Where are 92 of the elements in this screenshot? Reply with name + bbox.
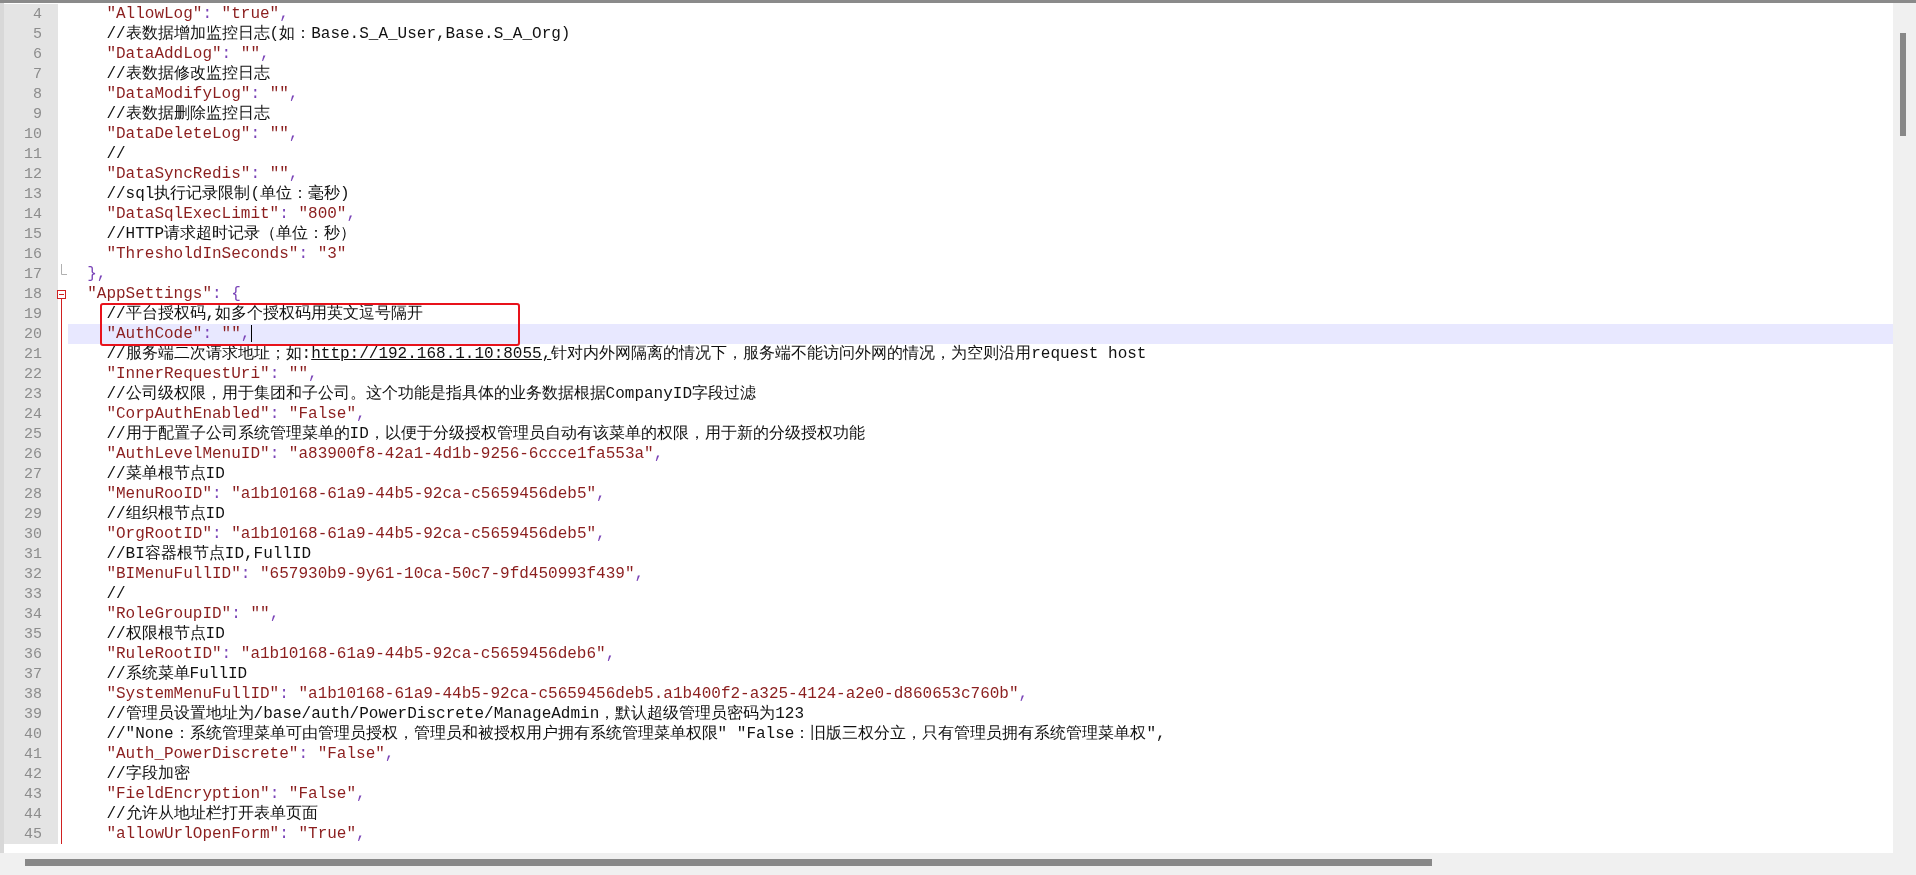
line-number: 34: [24, 606, 42, 623]
collapse-icon[interactable]: [57, 290, 66, 299]
line-number: 38: [24, 686, 42, 703]
line-number: 31: [24, 546, 42, 563]
code-line: "RoleGroupID": "",: [106, 605, 280, 623]
line-number: 5: [33, 26, 42, 43]
line-number: 36: [24, 646, 42, 663]
line-number: 25: [24, 426, 42, 443]
line-number: 23: [24, 386, 42, 403]
link[interactable]: http://192.168.1.10:8055,: [311, 345, 552, 363]
line-number: 44: [24, 806, 42, 823]
code-line: "AppSettings": {: [87, 285, 241, 303]
line-number: 27: [24, 466, 42, 483]
code-line: "AllowLog": "true",: [106, 5, 289, 23]
line-number: 39: [24, 706, 42, 723]
line-number: 20: [24, 326, 42, 343]
line-number: 28: [24, 486, 42, 503]
line-number: 24: [24, 406, 42, 423]
horizontal-scrollbar[interactable]: [0, 853, 1916, 875]
code-line: "DataDeleteLog": "",: [106, 125, 299, 143]
code-line: "SystemMenuFullID": "a1b10168-61a9-44b5-92ca-c5659456deb5.a1b400f2-a325-4124-a2e0-d860653c760b",: [106, 685, 1029, 703]
code-line: //字段加密: [106, 765, 190, 783]
code-line: "InnerRequestUri": "",: [106, 365, 318, 383]
code-line: //允许从地址栏打开表单页面: [106, 805, 318, 823]
line-number: 10: [24, 126, 42, 143]
code-line: //表数据删除监控日志: [106, 105, 270, 123]
line-number: 7: [33, 66, 42, 83]
code-line: //平台授权码,如多个授权码用英文逗号隔开: [106, 305, 424, 323]
code-line: "DataSqlExecLimit": "800",: [106, 205, 357, 223]
line-number: 19: [24, 306, 42, 323]
code-line: "DataModifyLog": "",: [106, 85, 299, 103]
code-line: "RuleRootID": "a1b10168-61a9-44b5-92ca-c5659456deb6",: [106, 645, 616, 663]
fold-end-icon: [61, 264, 68, 275]
code-line: "AuthLevelMenuID": "a83900f8-42a1-4d1b-9256-6ccce1fa553a",: [106, 445, 664, 463]
code-line: //表数据增加监控日志(如：Base.S_A_User,Base.S_A_Org): [106, 25, 571, 43]
line-number: 16: [24, 246, 42, 263]
line-number: 32: [24, 566, 42, 583]
code-line: "FieldEncryption": "False",: [106, 785, 366, 803]
code-line: //BI容器根节点ID,FullID: [106, 545, 312, 563]
line-number: 15: [24, 226, 42, 243]
code-line: "DataAddLog": "",: [106, 45, 270, 63]
code-line: //公司级权限，用于集团和子公司。这个功能是指具体的业务数据根据CompanyID字段过滤: [106, 385, 756, 403]
line-number: 13: [24, 186, 42, 203]
code-line: "ThresholdInSeconds": "3": [106, 245, 347, 263]
code-line: "DataSyncRedis": "",: [106, 165, 299, 183]
code-line: },: [87, 265, 107, 283]
line-number: 41: [24, 746, 42, 763]
code-line: "AuthCode": "",: [106, 325, 251, 343]
code-line: //权限根节点ID: [106, 625, 225, 643]
code-line: //: [106, 585, 126, 603]
vertical-scrollbar[interactable]: [1893, 3, 1916, 853]
code-line: "MenuRooID": "a1b10168-61a9-44b5-92ca-c5659456deb5",: [106, 485, 606, 503]
code-line: //表数据修改监控日志: [106, 65, 270, 83]
line-number: 17: [24, 266, 42, 283]
code-line: //用于配置子公司系统管理菜单的ID，以便于分级授权管理员自动有该菜单的权限，用于新的分级授权功能: [106, 425, 865, 443]
code-line: "BIMenuFullID": "657930b9-9y61-10ca-50c7-9fd450993f439",: [106, 565, 645, 583]
text-cursor: [251, 325, 253, 343]
scrollbar-thumb[interactable]: [1900, 33, 1906, 136]
scrollbar-thumb[interactable]: [25, 859, 1432, 866]
line-number: 40: [24, 726, 42, 743]
line-number: 9: [33, 106, 42, 123]
code-line: //菜单根节点ID: [106, 465, 225, 483]
line-number: 4: [33, 6, 42, 23]
code-line: "OrgRootID": "a1b10168-61a9-44b5-92ca-c5659456deb5",: [106, 525, 606, 543]
code-line: //HTTP请求超时记录（单位：秒）: [106, 225, 356, 243]
line-number: 14: [24, 206, 42, 223]
code-line: //sql执行记录限制(单位：毫秒): [106, 185, 350, 203]
line-number: 43: [24, 786, 42, 803]
line-number: 6: [33, 46, 42, 63]
code-line: //: [106, 145, 126, 163]
line-number: 33: [24, 586, 42, 603]
line-number: 37: [24, 666, 42, 683]
code-line: //组织根节点ID: [106, 505, 225, 523]
code-line: //系统菜单FullID: [106, 665, 248, 683]
line-number: 21: [24, 346, 42, 363]
code-line: //管理员设置地址为/base/auth/PowerDiscrete/ManageAdmin，默认超级管理员密码为123: [106, 705, 805, 723]
code-line: //"None：系统管理菜单可由管理员授权，管理员和被授权用户拥有系统管理菜单权限" "False：旧版三权分立，只有管理员拥有系统管理菜单权",: [106, 725, 1166, 743]
line-number: 29: [24, 506, 42, 523]
code-line: "allowUrlOpenForm": "True",: [106, 825, 366, 843]
line-number: 30: [24, 526, 42, 543]
line-number: 22: [24, 366, 42, 383]
line-number: 26: [24, 446, 42, 463]
line-number: 18: [24, 286, 42, 303]
line-number: 8: [33, 86, 42, 103]
code-line: "CorpAuthEnabled": "False",: [106, 405, 366, 423]
line-number: 11: [24, 146, 42, 163]
code-line: "Auth_PowerDiscrete": "False",: [106, 745, 395, 763]
line-number: 42: [24, 766, 42, 783]
line-number: 12: [24, 166, 42, 183]
code-line: //服务端二次请求地址；如:http://192.168.1.10:8055,针对内外网隔离的情况下，服务端不能访问外网的情况，为空则沿用request host: [106, 345, 1147, 363]
line-number: 45: [24, 826, 42, 843]
line-number: 35: [24, 626, 42, 643]
